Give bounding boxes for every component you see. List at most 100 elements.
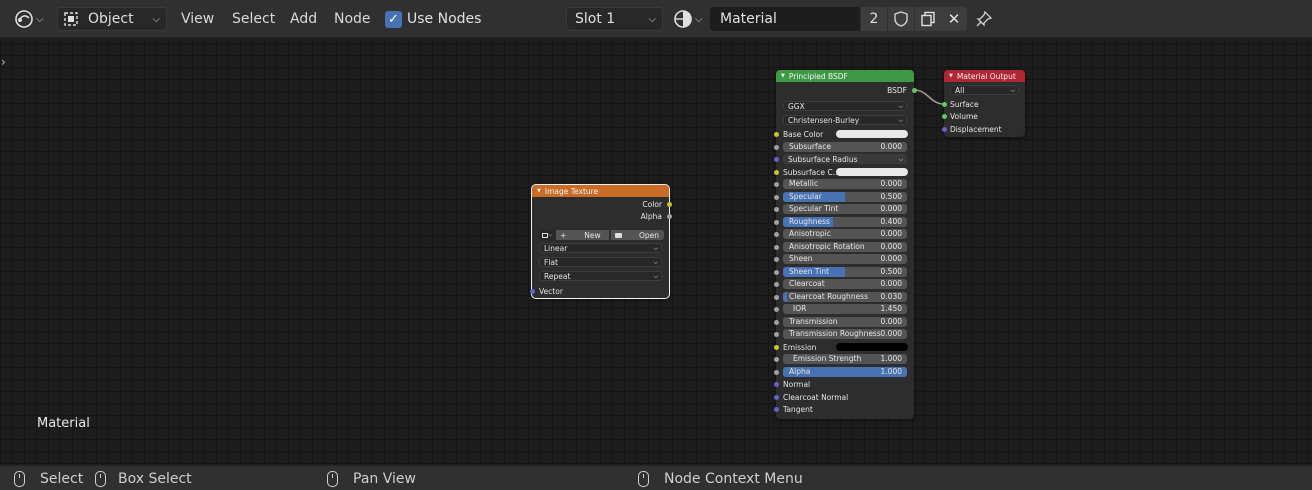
color-swatch[interactable] <box>836 168 908 176</box>
material-browse-button[interactable]: ⌵ <box>670 7 710 31</box>
collapse-arrow-icon[interactable]: ▼ <box>537 188 541 194</box>
socket-dot[interactable] <box>773 231 779 237</box>
socket-dot[interactable] <box>773 381 779 387</box>
color-swatch[interactable] <box>836 343 908 351</box>
material-output-node[interactable]: ▼ Material Output All ⌵ Surface Volume D… <box>941 70 1025 137</box>
ior-field[interactable]: IOR 1.450 <box>783 304 907 314</box>
pin-button[interactable] <box>971 7 997 31</box>
metallic-slider[interactable]: Metallic 0.000 <box>783 179 907 189</box>
slot-dropdown[interactable]: Slot 1 ⌵ <box>566 7 663 31</box>
socket-dot[interactable] <box>773 194 779 200</box>
node-header[interactable]: ▼ Principled BSDF <box>776 70 914 82</box>
socket-dot[interactable] <box>773 344 779 350</box>
socket-dot[interactable] <box>773 306 779 312</box>
use-nodes-toggle[interactable]: ✓ Use Nodes <box>385 10 481 28</box>
mouse-right-icon <box>638 471 649 487</box>
socket-dot[interactable] <box>773 294 779 300</box>
socket-dot[interactable] <box>773 331 779 337</box>
subsurface-radius-dropdown[interactable]: Subsurface Radius ⌵ <box>783 154 907 164</box>
socket-dot[interactable] <box>773 181 779 187</box>
socket-dot[interactable] <box>773 156 779 162</box>
distribution-dropdown[interactable]: GGX ⌵ <box>783 101 907 111</box>
clearcoat-slider[interactable]: Clearcoat 0.000 <box>783 279 907 289</box>
socket-dot[interactable] <box>773 256 779 262</box>
socket-dot[interactable] <box>773 269 779 275</box>
user-count-button[interactable]: 2 <box>861 7 887 31</box>
node-header[interactable]: ▼ Material Output <box>944 70 1025 82</box>
output-color-row: Color <box>532 198 672 210</box>
principled-bsdf-node[interactable]: ▼ Principled BSDF BSDF GGX ⌵ Christensen… <box>773 70 917 419</box>
socket-dot[interactable] <box>666 213 672 219</box>
open-image-button[interactable]: Open <box>611 230 664 240</box>
unlink-material-button[interactable]: ✕ <box>941 7 967 31</box>
socket-dot[interactable] <box>529 288 535 294</box>
socket-dot[interactable] <box>773 144 779 150</box>
collapse-arrow-icon[interactable]: ▼ <box>781 73 785 79</box>
editor-type-button[interactable]: ⌵ <box>10 7 50 31</box>
anisotropic-rotation-slider[interactable]: Anisotropic Rotation 0.000 <box>783 242 907 252</box>
socket-label: Color <box>642 199 662 209</box>
target-dropdown[interactable]: All ⌵ <box>950 85 1019 95</box>
subsurface-method-dropdown[interactable]: Christensen-Burley ⌵ <box>783 115 907 125</box>
projection-dropdown[interactable]: Flat ⌵ <box>539 257 662 267</box>
open-label: Open <box>639 230 660 240</box>
socket-dot[interactable] <box>773 244 779 250</box>
transmission-slider[interactable]: Transmission 0.000 <box>783 317 907 327</box>
chevron-down-icon: ⌵ <box>898 117 903 124</box>
plus-icon: + <box>560 230 567 240</box>
roughness-slider[interactable]: Roughness 0.400 <box>783 217 907 227</box>
alpha-slider[interactable]: Alpha 1.000 <box>783 367 907 377</box>
socket-dot[interactable] <box>911 87 917 93</box>
socket-dot[interactable] <box>773 281 779 287</box>
material-name-field[interactable]: Material <box>710 7 860 31</box>
socket-dot[interactable] <box>773 206 779 212</box>
interpolation-dropdown[interactable]: Linear ⌵ <box>539 243 662 253</box>
chevron-down-icon: ⌵ <box>695 13 703 25</box>
socket-dot[interactable] <box>773 319 779 325</box>
socket-dot[interactable] <box>941 101 947 107</box>
field-label: Roughness <box>789 217 830 226</box>
extension-dropdown[interactable]: Repeat ⌵ <box>539 271 662 281</box>
socket-dot[interactable] <box>773 394 779 400</box>
menu-view[interactable]: View <box>181 9 214 29</box>
sheen-tint-slider[interactable]: Sheen Tint 0.500 <box>783 267 907 277</box>
shader-type-label: Object <box>88 11 134 27</box>
menu-select[interactable]: Select <box>232 9 275 29</box>
menu-add[interactable]: Add <box>290 9 317 29</box>
node-title: Principled BSDF <box>788 71 848 81</box>
socket-dot[interactable] <box>773 131 779 137</box>
socket-dot[interactable] <box>773 369 779 375</box>
image-browse-button[interactable]: ⌵ <box>539 230 555 240</box>
socket-dot[interactable] <box>773 169 779 175</box>
socket-dot[interactable] <box>773 219 779 225</box>
socket-dot[interactable] <box>941 113 947 119</box>
fake-user-button[interactable] <box>888 7 914 31</box>
clearcoat-roughness-slider[interactable]: Clearcoat Roughness 0.030 <box>783 292 907 302</box>
sheen-slider[interactable]: Sheen 0.000 <box>783 254 907 264</box>
transmission-roughness-slider[interactable]: Transmission Roughness 0.000 <box>783 329 907 339</box>
menu-node[interactable]: Node <box>334 9 371 29</box>
hint-label: Pan View <box>353 471 416 487</box>
duplicate-material-button[interactable] <box>915 7 941 31</box>
color-swatch[interactable] <box>836 130 908 138</box>
specular-slider[interactable]: Specular 0.500 <box>783 192 907 202</box>
chevron-right-icon[interactable]: › <box>1 55 6 69</box>
specular-tint-slider[interactable]: Specular Tint 0.000 <box>783 204 907 214</box>
socket-dot[interactable] <box>941 126 947 132</box>
field-label: Transmission Roughness <box>789 329 881 338</box>
collapse-arrow-icon[interactable]: ▼ <box>949 73 953 79</box>
image-texture-node[interactable]: ▼ Image Texture Color Alpha ⌵ + New Open <box>529 184 672 299</box>
socket-dot[interactable] <box>666 201 672 207</box>
anisotropic-slider[interactable]: Anisotropic 0.000 <box>783 229 907 239</box>
socket-dot[interactable] <box>773 356 779 362</box>
subsurface-slider[interactable]: Subsurface 0.000 <box>783 142 907 152</box>
shader-type-dropdown[interactable]: Object ⌵ <box>57 7 167 31</box>
socket-label: Base Color <box>783 129 824 139</box>
new-image-button[interactable]: + New <box>556 230 609 240</box>
socket-dot[interactable] <box>773 406 779 412</box>
mouse-drag-icon <box>95 471 106 487</box>
node-canvas[interactable]: › Material ▼ Image Texture Color Alpha ⌵… <box>0 39 1312 464</box>
emission-strength-field[interactable]: Emission Strength 1.000 <box>783 354 907 364</box>
socket-label: Displacement <box>950 124 1002 134</box>
node-header[interactable]: ▼ Image Texture <box>532 185 669 197</box>
